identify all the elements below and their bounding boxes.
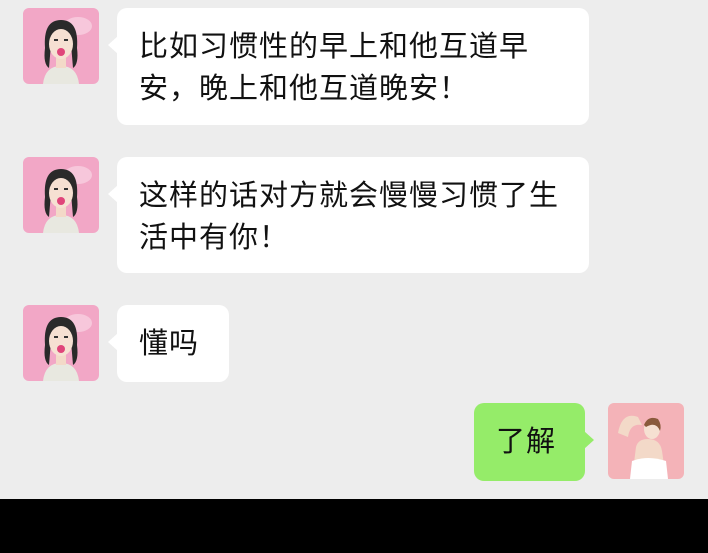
message-bubble-outgoing[interactable]: 了解 (474, 403, 594, 481)
message-bubble-incoming[interactable]: 比如习惯性的早上和他互道早安，晚上和他互道晚安！ (108, 8, 589, 125)
contact-avatar[interactable] (23, 305, 99, 381)
chat-area[interactable]: 比如习惯性的早上和他互道早安，晚上和他互道晚安！ 这样的话对方就会慢慢习惯了生活… (0, 0, 708, 499)
woman-portrait-icon (23, 8, 99, 84)
my-avatar[interactable] (608, 403, 684, 479)
message-text: 懂吗 (139, 326, 200, 360)
message-bubble-incoming[interactable]: 懂吗 (108, 305, 229, 382)
bottom-bar (0, 499, 708, 553)
message-text: 比如习惯性的早上和他互道早安，晚上和他互道晚安！ (139, 29, 530, 105)
message-bubble-incoming[interactable]: 这样的话对方就会慢慢习惯了生活中有你！ (108, 157, 589, 273)
contact-avatar[interactable] (23, 8, 99, 84)
message-text: 了解 (496, 424, 557, 458)
woman-portrait-icon (23, 157, 99, 233)
woman-raising-arm-icon (608, 403, 684, 479)
woman-portrait-icon (23, 305, 99, 381)
message-text: 这样的话对方就会慢慢习惯了生活中有你！ (139, 178, 560, 254)
contact-avatar[interactable] (23, 157, 99, 233)
